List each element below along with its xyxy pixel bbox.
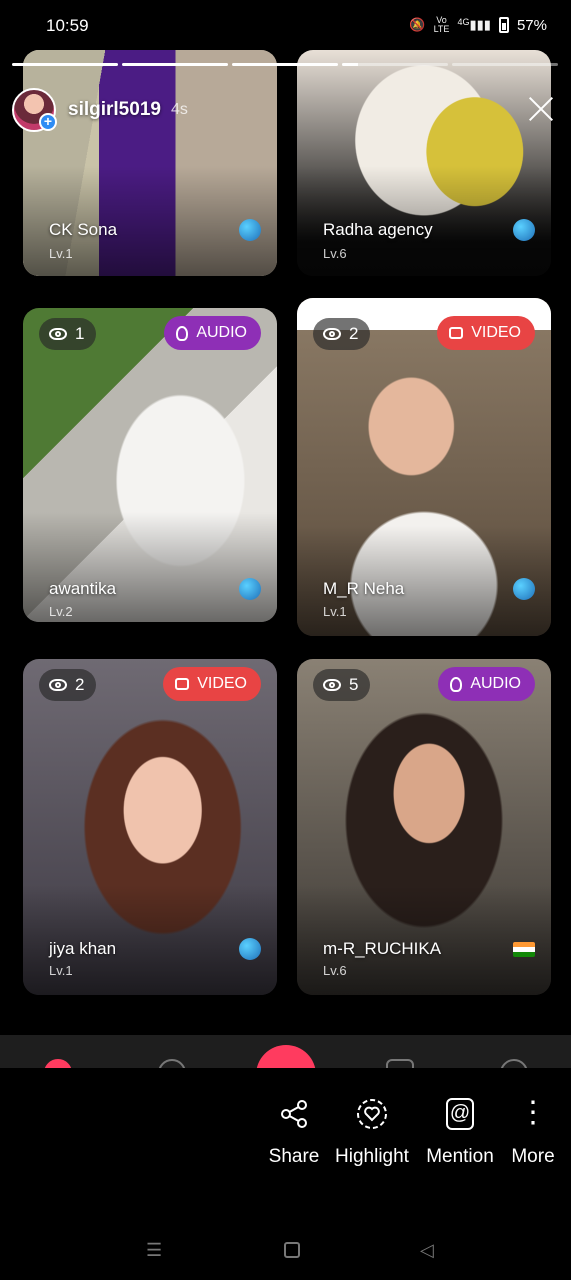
progress-segment (342, 63, 448, 66)
back-icon[interactable]: ◁ (420, 1240, 434, 1261)
mute-icon: 🔕 (409, 17, 426, 32)
video-badge: VIDEO (437, 316, 535, 350)
video-camera-icon (175, 678, 190, 690)
add-follow-icon[interactable]: + (39, 113, 57, 131)
card-name: m-R_RUCHIKA (323, 939, 442, 958)
go-live-icon[interactable] (256, 1045, 316, 1069)
video-badge: VIDEO (163, 667, 261, 701)
story-time: 4s (171, 101, 188, 118)
viewer-count: 1 (39, 318, 97, 350)
viewer-count: 5 (313, 669, 371, 701)
mention-button[interactable]: @ Mention (424, 1098, 496, 1168)
status-icons: 🔕 Vo LTE 4G▮▮▮ 57% (409, 16, 547, 34)
eye-icon (323, 328, 341, 340)
card-name: M_R Neha (323, 579, 405, 598)
eye-icon (49, 679, 67, 691)
close-icon[interactable] (522, 90, 560, 128)
story-action-bar: Share Highlight @ Mention ⋮ More (0, 1068, 571, 1218)
card-level: Lv.1 (49, 963, 73, 978)
audio-badge: AUDIO (438, 667, 535, 701)
share-icon (278, 1098, 310, 1130)
story-progress (12, 63, 558, 66)
audio-badge: AUDIO (164, 316, 261, 350)
status-time: 10:59 (46, 16, 89, 35)
card-name: awantika (49, 579, 117, 598)
4g-signal-icon: 4G▮▮▮ (457, 17, 491, 32)
mention-icon: @ (446, 1098, 474, 1130)
card-name: CK Sona (49, 220, 118, 239)
live-card-radha-agency[interactable]: Radha agency Lv.6 (297, 50, 551, 276)
system-nav-bar: ☰ ◁ (0, 1218, 571, 1280)
eye-icon (49, 328, 67, 340)
volte-icon: Vo LTE (433, 15, 450, 34)
highlight-heart-icon (356, 1098, 388, 1130)
india-flag-icon (513, 942, 535, 957)
globe-icon (239, 938, 261, 960)
live-card-m-r-ruchika[interactable]: 5 AUDIO m-R_RUCHIKA Lv.6 (297, 659, 551, 995)
progress-segment (232, 63, 338, 66)
recent-apps-icon[interactable]: ☰ (146, 1240, 162, 1261)
video-camera-icon (449, 327, 464, 339)
progress-segment (122, 63, 228, 66)
microphone-icon (450, 676, 463, 692)
card-name: jiya khan (49, 939, 117, 958)
card-name: Radha agency (323, 220, 433, 239)
status-bar: 10:59 🔕 Vo LTE 4G▮▮▮ 57% (0, 0, 571, 50)
more-button[interactable]: ⋮ More (508, 1098, 558, 1168)
app-bottom-nav (0, 1035, 571, 1069)
live-card-m-r-neha[interactable]: 2 VIDEO M_R Neha Lv.1 (297, 298, 551, 636)
globe-icon (239, 219, 261, 241)
card-level: Lv.2 (49, 604, 73, 619)
progress-segment (12, 63, 118, 66)
share-button[interactable]: Share (266, 1100, 322, 1168)
globe-icon (239, 578, 261, 600)
viewer-count: 2 (39, 669, 97, 701)
progress-segment (452, 63, 558, 66)
live-card-awantika[interactable]: 1 AUDIO awantika Lv.2 (23, 308, 277, 622)
live-card-ck-sona[interactable]: CK Sona Lv.1 (23, 50, 277, 276)
more-vertical-icon: ⋮ (518, 1096, 548, 1129)
story-username[interactable]: silgirl5019 (68, 99, 161, 121)
card-level: Lv.6 (323, 963, 347, 978)
card-level: Lv.1 (49, 246, 73, 261)
globe-icon (513, 578, 535, 600)
home-button-icon[interactable] (284, 1242, 300, 1258)
viewer-count: 2 (313, 318, 371, 350)
card-level: Lv.6 (323, 246, 347, 261)
microphone-icon (176, 325, 189, 341)
eye-icon (323, 679, 341, 691)
battery-percent: 57% (516, 16, 547, 34)
battery-icon (498, 17, 509, 33)
highlight-button[interactable]: Highlight (332, 1099, 412, 1168)
live-card-jiya-khan[interactable]: 2 VIDEO jiya khan Lv.1 (23, 659, 277, 995)
globe-icon (513, 219, 535, 241)
card-level: Lv.1 (323, 604, 347, 619)
